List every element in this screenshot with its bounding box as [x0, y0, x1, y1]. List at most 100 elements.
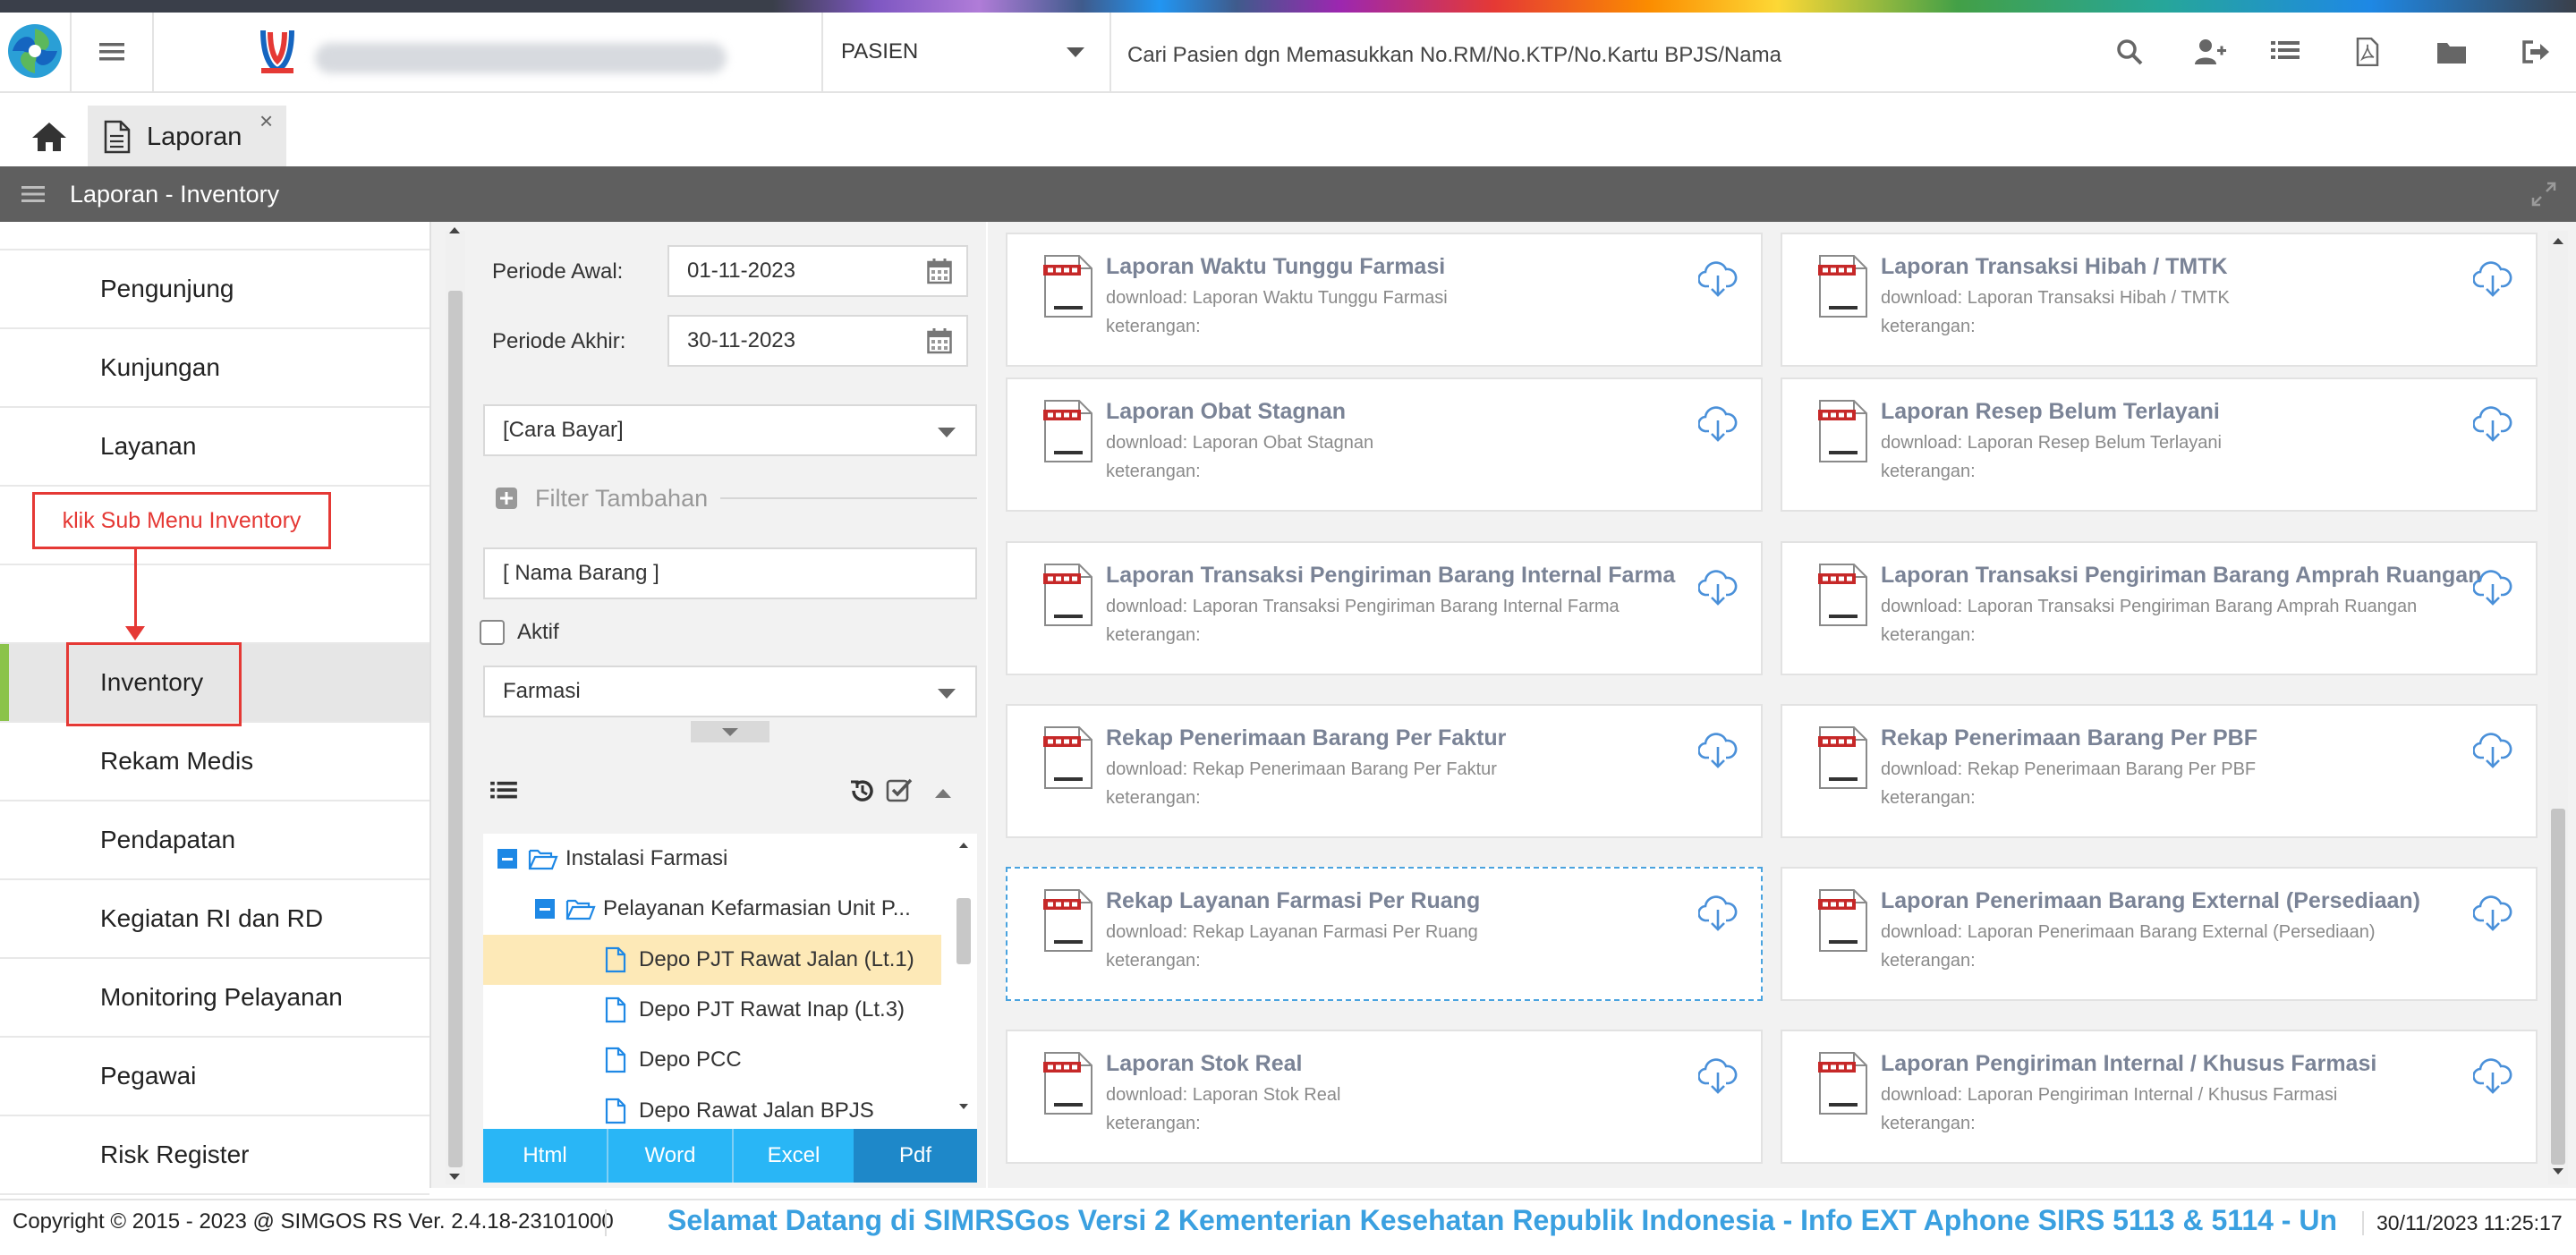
history-icon[interactable] — [848, 776, 877, 805]
sidebar-item-pengunjung[interactable]: Pengunjung — [0, 250, 429, 329]
check-square-icon[interactable] — [886, 776, 914, 803]
export-html-button[interactable]: Html — [483, 1129, 608, 1183]
report-card[interactable]: Laporan Transaksi Pengiriman Barang Inte… — [1006, 541, 1763, 675]
patient-search-type-dropdown[interactable]: PASIEN — [823, 13, 1111, 91]
tree-node-instalasi-farmasi[interactable]: Instalasi Farmasi — [497, 834, 727, 884]
checkbox-box[interactable] — [480, 620, 505, 645]
report-card[interactable]: Laporan Obat Stagnan download: Laporan Ob… — [1006, 377, 1763, 512]
nama-barang-input[interactable]: [ Nama Barang ] — [483, 547, 977, 599]
cloud-download-icon[interactable] — [2472, 570, 2512, 610]
collapse-icon[interactable] — [497, 849, 517, 869]
export-pdf-button[interactable]: Pdf — [854, 1129, 977, 1183]
folder-button[interactable] — [2432, 32, 2471, 72]
main-menu-button[interactable] — [72, 13, 154, 91]
patient-search-input[interactable]: Cari Pasien dgn Memasukkan No.RM/No.KTP/… — [1127, 43, 1781, 68]
report-title[interactable]: Laporan Transaksi Hibah / TMTK — [1881, 254, 2228, 280]
sidebar-item-pegawai[interactable]: Pegawai — [0, 1038, 429, 1116]
report-card[interactable]: Laporan Pengiriman Internal / Khusus Far… — [1781, 1030, 2538, 1164]
sidebar-item-layanan[interactable]: Layanan — [0, 408, 429, 487]
sidebar-item-rekam-medis[interactable]: Rekam Medis — [0, 723, 429, 801]
tab-laporan[interactable]: Laporan — [88, 106, 286, 168]
report-download-link[interactable]: download: Laporan Resep Belum Terlayani — [1881, 433, 2222, 454]
scroll-up-icon[interactable] — [959, 843, 968, 848]
chevron-up-icon[interactable] — [935, 789, 951, 798]
export-word-button[interactable]: Word — [608, 1129, 734, 1183]
sidebar-item-risk-register[interactable]: Risk Register — [0, 1116, 429, 1195]
cloud-download-icon[interactable] — [2472, 733, 2512, 773]
cloud-download-icon[interactable] — [1697, 895, 1738, 936]
scroll-up-icon[interactable] — [449, 227, 460, 233]
report-title[interactable]: Rekap Penerimaan Barang Per Faktur — [1106, 725, 1506, 751]
report-title[interactable]: Rekap Penerimaan Barang Per PBF — [1881, 725, 2257, 751]
report-title[interactable]: Laporan Transaksi Pengiriman Barang Inte… — [1106, 563, 1675, 589]
sidebar-item-kegiatan-ri-rd[interactable]: Kegiatan RI dan RD — [0, 880, 429, 959]
report-download-link[interactable]: download: Laporan Transaksi Hibah / TMTK — [1881, 288, 2230, 309]
report-download-link[interactable]: download: Rekap Penerimaan Barang Per Fa… — [1106, 759, 1497, 780]
report-title[interactable]: Laporan Pengiriman Internal / Khusus Far… — [1881, 1051, 2376, 1077]
report-card[interactable]: Laporan Penerimaan Barang External (Pers… — [1781, 867, 2538, 1001]
cara-bayar-select[interactable]: [Cara Bayar] — [483, 404, 977, 456]
collapse-filter-button[interactable] — [691, 721, 769, 742]
cloud-download-icon[interactable] — [1697, 261, 1738, 301]
report-download-link[interactable]: download: Rekap Layanan Farmasi Per Ruan… — [1106, 922, 1478, 943]
tree-node-depo-pcc[interactable]: Depo PCC — [605, 1035, 742, 1085]
cloud-download-icon[interactable] — [2472, 261, 2512, 301]
report-card[interactable]: Laporan Waktu Tunggu Farmasi download: La… — [1006, 233, 1763, 367]
report-title[interactable]: Laporan Transaksi Pengiriman Barang Ampr… — [1881, 563, 2481, 589]
hamburger-icon[interactable] — [21, 184, 45, 204]
cloud-download-icon[interactable] — [1697, 406, 1738, 446]
tree-scrollbar-thumb[interactable] — [956, 898, 971, 964]
pdf-button[interactable] — [2348, 32, 2387, 72]
cloud-download-icon[interactable] — [1697, 733, 1738, 773]
report-title[interactable]: Laporan Resep Belum Terlayani — [1881, 399, 2220, 425]
scroll-down-icon[interactable] — [959, 1104, 968, 1109]
tree-node-pelayanan-kefarmasian[interactable]: Pelayanan Kefarmasian Unit P... — [535, 884, 911, 934]
scroll-down-icon[interactable] — [2553, 1168, 2563, 1174]
report-download-link[interactable]: download: Laporan Penerimaan Barang Exte… — [1881, 922, 2376, 943]
filter-tambahan-toggle[interactable]: Filter Tambahan — [496, 483, 977, 513]
periode-akhir-field[interactable]: 30-11-2023 — [667, 315, 968, 367]
cloud-download-icon[interactable] — [2472, 1058, 2512, 1098]
export-excel-button[interactable]: Excel — [734, 1129, 854, 1183]
collapse-icon[interactable] — [535, 899, 555, 919]
report-download-link[interactable]: download: Laporan Stok Real — [1106, 1085, 1340, 1106]
report-title[interactable]: Laporan Penerimaan Barang External (Pers… — [1881, 888, 2420, 914]
report-card[interactable]: Rekap Layanan Farmasi Per Ruang download:… — [1006, 867, 1763, 1001]
report-title[interactable]: Laporan Obat Stagnan — [1106, 399, 1346, 425]
calendar-icon[interactable] — [927, 327, 952, 354]
sidebar-item-kunjungan[interactable]: Kunjungan — [0, 329, 429, 408]
report-download-link[interactable]: download: Rekap Penerimaan Barang Per PB… — [1881, 759, 2256, 780]
cloud-download-icon[interactable] — [2472, 406, 2512, 446]
unit-select[interactable]: Farmasi — [483, 666, 977, 717]
report-download-link[interactable]: download: Laporan Waktu Tunggu Farmasi — [1106, 288, 1448, 309]
sidebar-item-monitoring-pelayanan[interactable]: Monitoring Pelayanan — [0, 959, 429, 1038]
report-download-link[interactable]: download: Laporan Transaksi Pengiriman B… — [1881, 597, 2417, 617]
report-download-link[interactable]: download: Laporan Pengiriman Internal / … — [1881, 1085, 2337, 1106]
report-list-scrollbar-thumb[interactable] — [2551, 809, 2565, 1165]
logout-button[interactable] — [2516, 32, 2555, 72]
tab-close-button[interactable]: × — [259, 107, 273, 135]
cloud-download-icon[interactable] — [2472, 895, 2512, 936]
report-card[interactable]: Rekap Penerimaan Barang Per PBF download:… — [1781, 704, 2538, 838]
sidebar-item-hidden-2[interactable] — [0, 565, 429, 644]
expand-icon[interactable] — [2531, 182, 2556, 207]
report-download-link[interactable]: download: Laporan Obat Stagnan — [1106, 433, 1373, 454]
scroll-up-icon[interactable] — [2553, 238, 2563, 244]
tree-node-depo-pjt-rawat-inap[interactable]: Depo PJT Rawat Inap (Lt.3) — [605, 985, 905, 1035]
report-card[interactable]: Laporan Resep Belum Terlayani download: L… — [1781, 377, 2538, 512]
report-card[interactable]: Rekap Penerimaan Barang Per Faktur downlo… — [1006, 704, 1763, 838]
sidebar-item-pendapatan[interactable]: Pendapatan — [0, 801, 429, 880]
report-card[interactable]: Laporan Transaksi Hibah / TMTK download: … — [1781, 233, 2538, 367]
report-download-link[interactable]: download: Laporan Transaksi Pengiriman B… — [1106, 597, 1620, 617]
scroll-down-icon[interactable] — [449, 1174, 460, 1180]
periode-awal-field[interactable]: 01-11-2023 — [667, 245, 968, 297]
cloud-download-icon[interactable] — [1697, 570, 1738, 610]
tree-node-depo-rawat-jalan-bpjs[interactable]: Depo Rawat Jalan BPJS — [605, 1086, 874, 1129]
home-tab[interactable] — [18, 106, 81, 168]
report-title[interactable]: Laporan Waktu Tunggu Farmasi — [1106, 254, 1445, 280]
filter-scrollbar-thumb[interactable] — [448, 291, 463, 1167]
report-card[interactable]: Laporan Transaksi Pengiriman Barang Ampr… — [1781, 541, 2538, 675]
report-title[interactable]: Rekap Layanan Farmasi Per Ruang — [1106, 888, 1480, 914]
tree-scrollbar[interactable] — [954, 839, 973, 1122]
search-button[interactable] — [2110, 32, 2149, 72]
